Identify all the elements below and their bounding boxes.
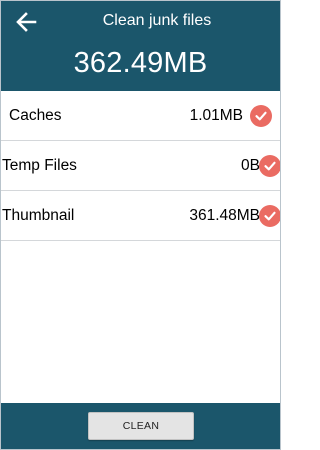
item-size: 0B <box>241 157 260 174</box>
item-label: Temp Files <box>2 157 77 174</box>
bottom-bar: CLEAN <box>1 403 280 449</box>
list-item-temp-files[interactable]: Temp Files 0B <box>1 141 280 191</box>
checkmark-icon[interactable] <box>250 105 272 127</box>
checkmark-icon[interactable] <box>259 155 280 177</box>
page-title: Clean junk files <box>102 12 212 29</box>
app-header: Clean junk files 362.49MB <box>1 1 280 91</box>
list-item-thumbnail[interactable]: Thumbnail 361.48MB <box>1 191 280 241</box>
total-junk-size: 362.49MB <box>73 47 208 79</box>
item-label: Caches <box>9 107 62 124</box>
arrow-left-icon <box>16 12 37 32</box>
item-size: 1.01MB <box>189 107 243 124</box>
checkmark-icon[interactable] <box>259 205 280 227</box>
item-label: Thumbnail <box>2 207 75 224</box>
back-button[interactable] <box>13 9 39 35</box>
clean-button[interactable]: CLEAN <box>88 412 194 440</box>
item-size: 361.48MB <box>189 207 260 224</box>
junk-list: Caches 1.01MB Temp Files 0B Thumbnail 36… <box>1 91 280 241</box>
list-item-caches[interactable]: Caches 1.01MB <box>1 91 280 141</box>
app-window: Clean junk files 362.49MB Caches 1.01MB … <box>0 0 281 450</box>
